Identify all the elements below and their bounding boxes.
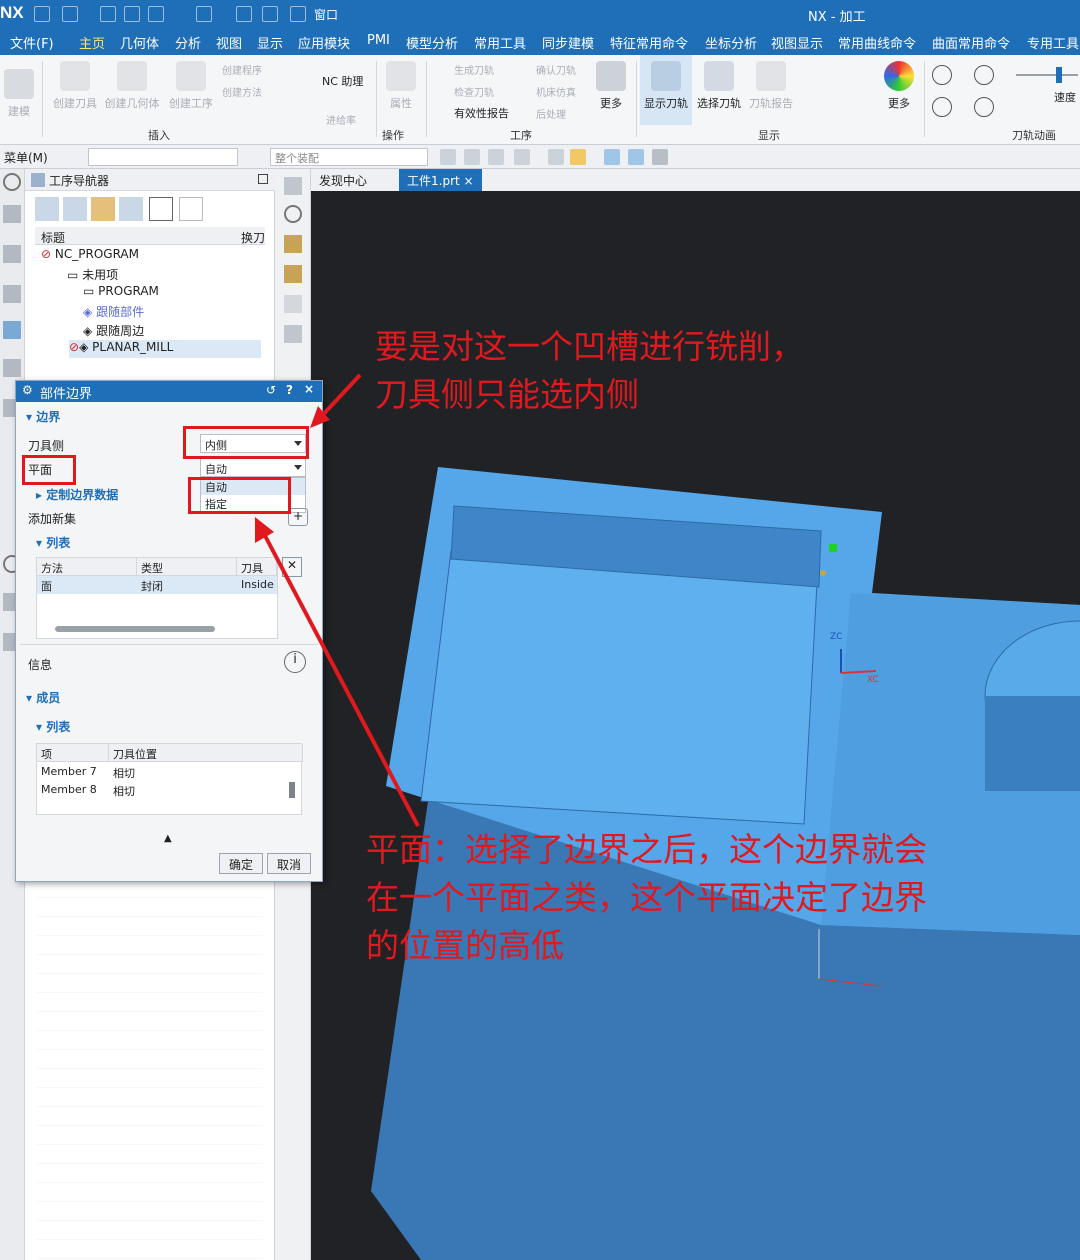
annotation-groove: 要是对这一个凹槽进行铣削， 刀具侧只能选内侧: [375, 327, 804, 414]
annotation-plane: 平面：选择了边界之后，这个边界就会 在一个平面之类，这个平面决定了边界 的位置的…: [366, 830, 927, 965]
arrow-head: [255, 517, 274, 543]
annotation-arrows: [255, 373, 420, 827]
arrow-to-tool-side: [316, 373, 362, 422]
arrow-to-plane-options: [260, 529, 420, 827]
